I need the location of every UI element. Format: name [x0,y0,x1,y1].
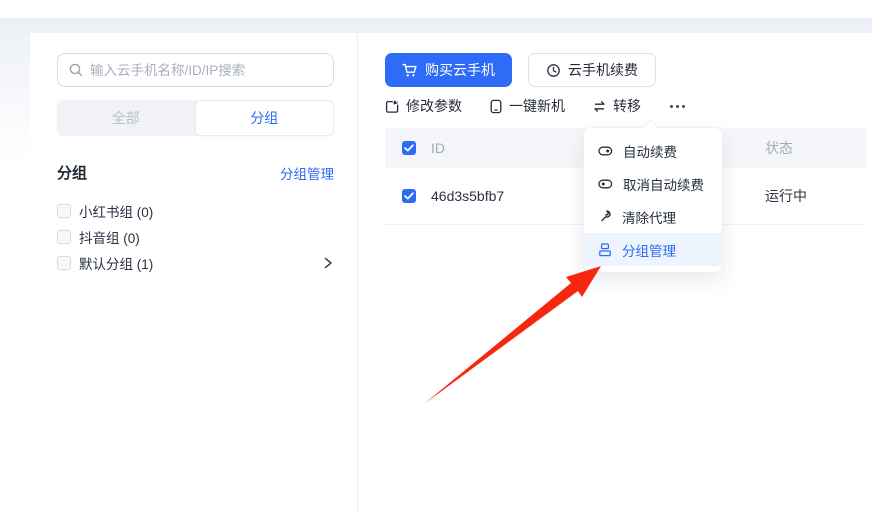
one-key-new-device-label: 一键新机 [509,98,565,114]
view-tabs: 全部 分组 [57,100,334,136]
tab-group[interactable]: 分组 [194,100,334,136]
menu-item-label: 清除代理 [622,210,676,226]
group-header: 分组 分组管理 [57,162,334,183]
group-checkbox[interactable] [57,204,71,218]
search-box [57,53,334,87]
group-item-label: 抖音组 (0) [79,231,140,246]
phone-icon [489,99,503,114]
renew-button-label: 云手机续费 [568,62,638,78]
page-left-gutter [0,33,30,515]
cart-icon [402,63,418,78]
more-actions-dropdown: 自动续费 取消自动续费 清除代理 分组管理 [583,119,723,273]
group-item-douyin[interactable]: 抖音组 (0) [57,224,334,250]
row-checkbox[interactable] [402,189,416,203]
group-manage-link[interactable]: 分组管理 [280,163,334,183]
menu-item-auto-renew[interactable]: 自动续费 [584,134,722,167]
transfer-label: 转移 [613,98,641,114]
group-checkbox[interactable] [57,230,71,244]
column-header-status: 状态 [765,140,793,156]
group-checkbox[interactable] [57,256,71,270]
row-toolbar: 修改参数 一键新机 转移 [385,96,866,116]
group-item-default[interactable]: 默认分组 (1) [57,250,334,276]
modify-params-button[interactable]: 修改参数 [385,96,462,116]
search-icon [68,62,84,78]
tab-all[interactable]: 全部 [57,100,195,136]
group-list: 小红书组 (0) 抖音组 (0) 默认分组 (1) [57,198,334,276]
menu-item-label: 分组管理 [622,243,676,259]
buy-button-label: 购买云手机 [425,62,495,78]
row-status-value: 运行中 [765,188,807,204]
transfer-button[interactable]: 转移 [592,96,641,116]
more-actions-button[interactable] [668,101,687,112]
menu-item-label: 取消自动续费 [623,177,704,193]
more-dots-icon [676,104,679,108]
chevron-right-icon[interactable] [322,256,334,270]
group-title: 分组 [57,165,88,182]
group-item-label: 小红书组 (0) [79,205,154,220]
wrench-icon [598,209,612,224]
content-panel: 购买云手机 云手机续费 修改参数 一键新机 转移 ID 状态 46d3s5bfb… [358,33,872,515]
more-dots-icon [670,104,673,108]
buy-cloud-phone-button[interactable]: 购买云手机 [385,53,512,87]
menu-item-label: 自动续费 [623,144,677,160]
clock-renew-icon [546,63,561,78]
group-grid-icon [598,242,612,257]
select-all-checkbox[interactable] [402,141,416,155]
transfer-arrows-icon [592,100,607,113]
menu-item-clear-proxy[interactable]: 清除代理 [584,200,722,233]
group-item-xiaohongshu[interactable]: 小红书组 (0) [57,198,334,224]
modify-params-label: 修改参数 [406,98,462,114]
main-card: 全部 分组 分组 分组管理 小红书组 (0) 抖音组 (0) 默认分组 (1) [30,33,872,515]
renew-cloud-phone-button[interactable]: 云手机续费 [528,53,656,87]
one-key-new-device-button[interactable]: 一键新机 [489,96,565,116]
toggle-on-icon [598,146,613,156]
edit-square-icon [385,98,400,114]
menu-item-group-manage[interactable]: 分组管理 [584,233,722,266]
action-buttons: 购买云手机 云手机续费 [385,53,866,87]
page-top-band [0,18,872,33]
search-input[interactable] [57,53,334,87]
group-item-label: 默认分组 (1) [79,257,154,272]
toggle-off-icon [598,179,613,189]
sidebar: 全部 分组 分组 分组管理 小红书组 (0) 抖音组 (0) 默认分组 (1) [30,33,358,515]
menu-item-cancel-auto-renew[interactable]: 取消自动续费 [584,167,722,200]
more-dots-icon [682,104,685,108]
